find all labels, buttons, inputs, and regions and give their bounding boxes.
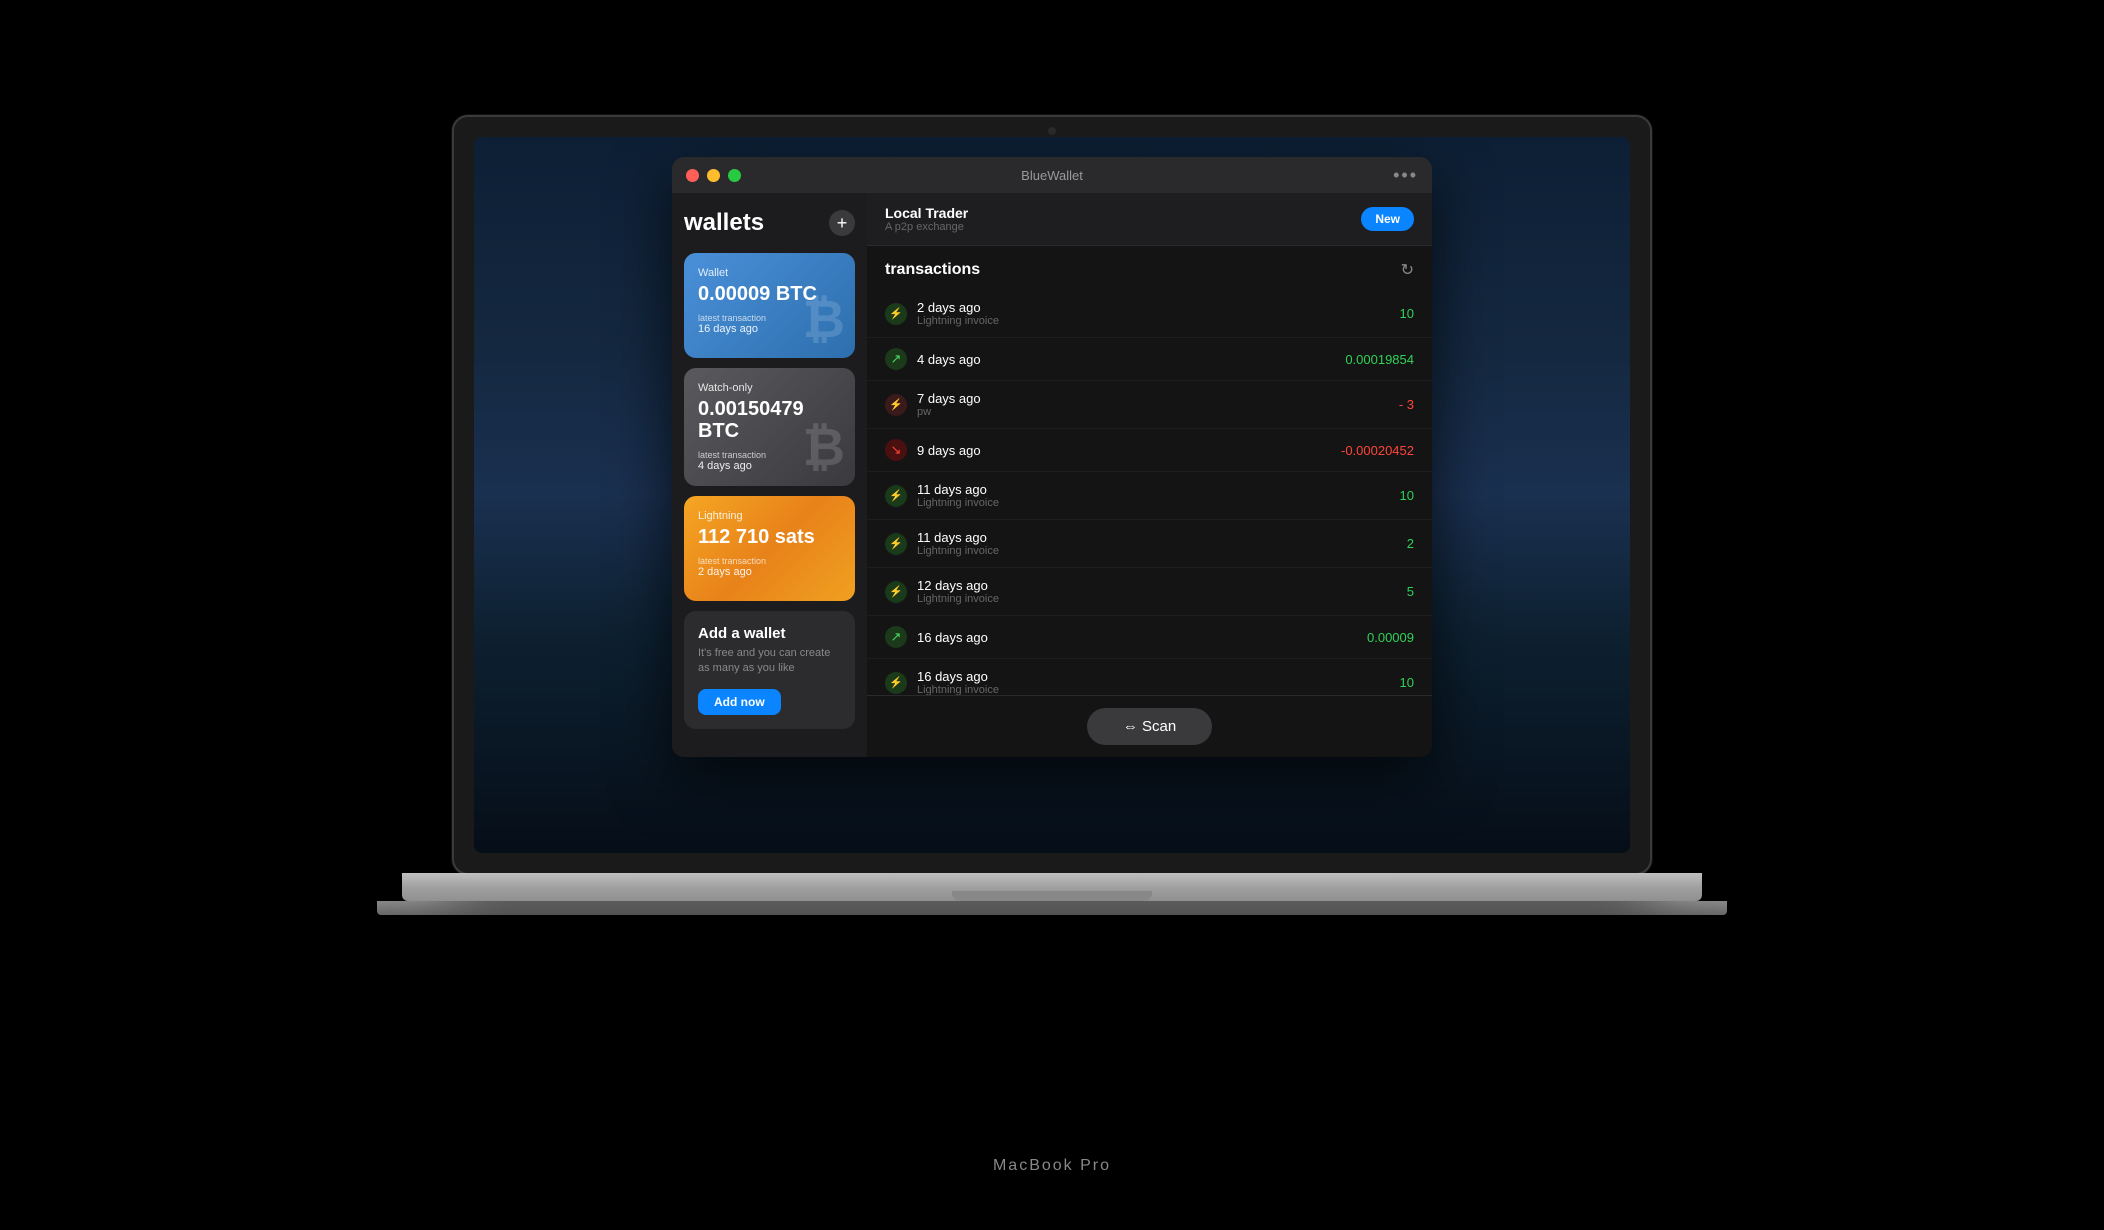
tx-date: 4 days ago: [917, 352, 1335, 367]
send-icon: ⚡: [885, 394, 907, 416]
tx-date: 16 days ago: [917, 630, 1357, 645]
wallet-latest-label-lightning: latest transaction: [698, 556, 841, 566]
tx-amount: 5: [1407, 584, 1414, 599]
traffic-lights: [686, 169, 741, 182]
tx-label: Lightning invoice: [917, 497, 1390, 509]
add-now-button[interactable]: Add now: [698, 689, 781, 715]
table-row[interactable]: ⚡ 2 days ago Lightning invoice 10: [867, 290, 1432, 338]
lightning-icon: ⚡: [885, 672, 907, 694]
right-panel: Local Trader A p2p exchange New transact…: [867, 193, 1432, 757]
tx-info: 9 days ago: [917, 443, 1331, 458]
close-button[interactable]: [686, 169, 699, 182]
wallet-date-lightning: 2 days ago: [698, 566, 841, 578]
fullscreen-button[interactable]: [728, 169, 741, 182]
table-row[interactable]: ↗ 16 days ago 0.00009: [867, 616, 1432, 659]
local-trader-banner: Local Trader A p2p exchange New: [867, 193, 1432, 246]
title-bar: BlueWallet •••: [672, 157, 1432, 193]
local-trader-title: Local Trader: [885, 205, 968, 221]
receive-icon: ↗: [885, 348, 907, 370]
tx-date: 2 days ago: [917, 300, 1390, 315]
lightning-icon: ⚡: [885, 485, 907, 507]
tx-label: pw: [917, 406, 1389, 418]
scan-bar: ⇔ Scan: [867, 695, 1432, 757]
tx-date: 12 days ago: [917, 578, 1397, 593]
receive-icon: ↗: [885, 626, 907, 648]
table-row[interactable]: ⚡ 7 days ago pw - 3: [867, 381, 1432, 429]
scan-button[interactable]: ⇔ Scan: [1087, 708, 1212, 745]
add-wallet-button[interactable]: +: [829, 210, 855, 236]
wallet-label-watchonly: Watch-only: [698, 382, 841, 394]
table-row[interactable]: ⚡ 16 days ago Lightning invoice 10: [867, 659, 1432, 695]
wallet-card-lightning[interactable]: Lightning 112 710 sats latest transactio…: [684, 496, 855, 601]
table-row[interactable]: ↘ 9 days ago -0.00020452: [867, 429, 1432, 472]
tx-amount: 10: [1400, 675, 1414, 690]
lightning-icon: ⚡: [885, 533, 907, 555]
transactions-list: ⚡ 2 days ago Lightning invoice 10 ↗: [867, 290, 1432, 695]
tx-date: 16 days ago: [917, 669, 1390, 684]
macbook-notch: [952, 891, 1152, 901]
tx-label: Lightning invoice: [917, 593, 1397, 605]
screen-content: BlueWallet ••• wallets + Wallet: [474, 137, 1630, 853]
transactions-title: transactions: [885, 261, 980, 279]
add-wallet-description: It's free and you can create as many as …: [698, 646, 841, 677]
btc-icon-1: ₿: [803, 290, 845, 350]
tx-amount: -0.00020452: [1341, 443, 1414, 458]
tx-date: 11 days ago: [917, 530, 1397, 545]
tx-label: Lightning invoice: [917, 315, 1390, 327]
send-icon: ↘: [885, 439, 907, 461]
tx-info: 7 days ago pw: [917, 391, 1389, 418]
sidebar-title: wallets: [684, 209, 764, 237]
lightning-icon: ⚡: [885, 581, 907, 603]
tx-info: 4 days ago: [917, 352, 1335, 367]
macbook-bottom-bar: [402, 873, 1702, 901]
transactions-header: transactions ↻: [867, 246, 1432, 290]
lightning-icon: ⚡: [885, 303, 907, 325]
camera: [1048, 127, 1056, 135]
tx-label: Lightning invoice: [917, 545, 1397, 557]
refresh-icon[interactable]: ↻: [1401, 260, 1414, 280]
add-wallet-card: Add a wallet It's free and you can creat…: [684, 611, 855, 729]
tx-info: 2 days ago Lightning invoice: [917, 300, 1390, 327]
tx-info: 12 days ago Lightning invoice: [917, 578, 1397, 605]
tx-info: 16 days ago: [917, 630, 1357, 645]
tx-date: 9 days ago: [917, 443, 1331, 458]
tx-amount: 0.00019854: [1345, 352, 1414, 367]
local-trader-info: Local Trader A p2p exchange: [885, 205, 968, 233]
wallet-card-btc[interactable]: Wallet 0.00009 BTC latest transaction 16…: [684, 253, 855, 358]
more-menu-button[interactable]: •••: [1393, 165, 1418, 186]
wallet-label-lightning: Lightning: [698, 510, 841, 522]
wallet-amount-lightning: 112 710 sats: [698, 526, 841, 548]
local-trader-subtitle: A p2p exchange: [885, 221, 968, 233]
window-title: BlueWallet: [1021, 168, 1083, 183]
minimize-button[interactable]: [707, 169, 720, 182]
btc-icon-2: ₿: [803, 418, 845, 478]
app-window: BlueWallet ••• wallets + Wallet: [672, 157, 1432, 757]
tx-date: 11 days ago: [917, 482, 1390, 497]
sidebar: wallets + Wallet 0.00009 BTC latest tran…: [672, 193, 867, 757]
new-badge[interactable]: New: [1361, 207, 1414, 231]
tx-amount: 10: [1400, 306, 1414, 321]
table-row[interactable]: ↗ 4 days ago 0.00019854: [867, 338, 1432, 381]
tx-amount: 10: [1400, 488, 1414, 503]
screen-bezel: BlueWallet ••• wallets + Wallet: [452, 115, 1652, 875]
tx-amount: - 3: [1399, 397, 1414, 412]
tx-info: 11 days ago Lightning invoice: [917, 530, 1397, 557]
tx-label: Lightning invoice: [917, 684, 1390, 695]
add-wallet-title: Add a wallet: [698, 625, 841, 642]
tx-date: 7 days ago: [917, 391, 1389, 406]
table-row[interactable]: ⚡ 11 days ago Lightning invoice 2: [867, 520, 1432, 568]
wallet-card-watchonly[interactable]: Watch-only 0.00150479 BTC latest transac…: [684, 368, 855, 486]
macbook-feet: MacBook Pro: [377, 901, 1727, 915]
tx-info: 11 days ago Lightning invoice: [917, 482, 1390, 509]
macbook-label: MacBook Pro: [993, 1157, 1111, 1175]
wallet-label-btc: Wallet: [698, 267, 841, 279]
tx-info: 16 days ago Lightning invoice: [917, 669, 1390, 695]
tx-amount: 0.00009: [1367, 630, 1414, 645]
tx-amount: 2: [1407, 536, 1414, 551]
app-body: wallets + Wallet 0.00009 BTC latest tran…: [672, 193, 1432, 757]
table-row[interactable]: ⚡ 11 days ago Lightning invoice 10: [867, 472, 1432, 520]
macbook-outer: BlueWallet ••• wallets + Wallet: [332, 115, 1772, 1115]
table-row[interactable]: ⚡ 12 days ago Lightning invoice 5: [867, 568, 1432, 616]
sidebar-header: wallets +: [684, 209, 855, 237]
